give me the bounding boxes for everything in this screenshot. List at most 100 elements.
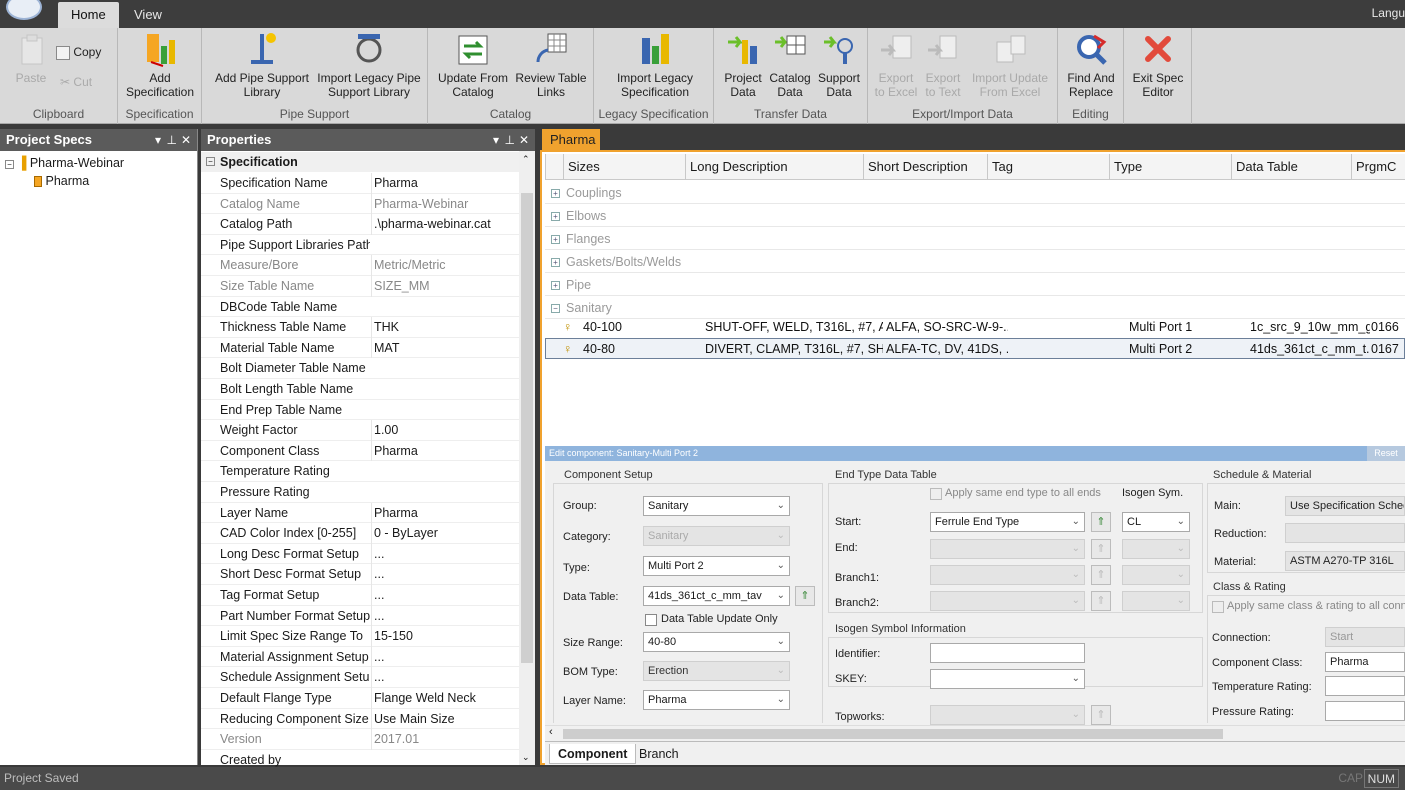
category-row[interactable]: + Couplings <box>545 182 1405 204</box>
start-isogen-symbol-select[interactable]: CL ⌄ <box>1122 512 1190 532</box>
export-to-excel-button[interactable]: Export to Excel <box>872 32 920 99</box>
document-tab-pharma[interactable]: Pharma <box>542 129 600 150</box>
dropdown-icon[interactable]: ▾ <box>493 129 499 151</box>
find-and-replace-button[interactable]: Find And Replace <box>1062 32 1120 99</box>
topworks-select[interactable]: ⌄ <box>930 705 1085 725</box>
expand-icon[interactable]: + <box>551 235 560 245</box>
pressure-rating-input[interactable] <box>1325 701 1405 721</box>
table-row[interactable]: ♀ 40-100 SHUT-OFF, WELD, T316L, #7, A...… <box>545 317 1405 338</box>
column-prgm[interactable]: PrgmC <box>1351 154 1405 180</box>
property-row[interactable]: Default Flange Type Flange Weld Neck <box>201 688 519 709</box>
property-row[interactable]: Measure/Bore Metric/Metric <box>201 255 519 276</box>
end-end-type-button[interactable]: ⇑ <box>1091 539 1111 559</box>
tree-item-root[interactable]: − ▐ Pharma-Webinar <box>5 156 124 170</box>
start-end-type-select[interactable]: Ferrule End Type ⌄ <box>930 512 1085 532</box>
property-row[interactable]: End Prep Table Name <box>201 400 519 421</box>
property-value[interactable]: Pharma <box>371 173 519 194</box>
paste-button[interactable]: Paste <box>10 32 52 85</box>
data-table-update-only-checkbox[interactable] <box>645 614 657 626</box>
import-update-from-excel-button[interactable]: Import Update From Excel <box>966 32 1054 99</box>
property-value[interactable]: Metric/Metric <box>371 255 519 276</box>
property-row[interactable]: Catalog Path .\pharma-webinar.cat <box>201 214 519 235</box>
language-menu[interactable]: Langu <box>1372 6 1405 20</box>
scroll-thumb[interactable] <box>521 193 533 663</box>
size-range-select[interactable]: 40-80 ⌄ <box>643 632 790 652</box>
property-value[interactable]: Pharma <box>371 440 519 462</box>
catalog-data-button[interactable]: Catalog Data <box>766 32 814 99</box>
property-value[interactable]: ... <box>371 564 519 585</box>
dropdown-icon[interactable]: ▾ <box>155 129 161 151</box>
property-row[interactable]: Long Desc Format Setup... <box>201 543 519 565</box>
property-value[interactable]: Pharma <box>371 502 519 524</box>
branch1-isogen-symbol-select[interactable]: ⌄ <box>1122 565 1190 585</box>
property-value[interactable]: .\pharma-webinar.cat <box>371 214 519 235</box>
properties-section-header[interactable]: − Specification <box>201 152 519 172</box>
exit-spec-editor-button[interactable]: Exit Spec Editor <box>1128 32 1188 99</box>
topworks-button[interactable]: ⇑ <box>1091 705 1111 725</box>
property-value[interactable]: THK <box>371 317 519 338</box>
import-legacy-pipe-support-button[interactable]: Import Legacy Pipe Support Library <box>314 32 424 99</box>
layer-name-select[interactable]: Pharma ⌄ <box>643 690 790 710</box>
column-data-table[interactable]: Data Table <box>1231 154 1351 180</box>
column-type[interactable]: Type <box>1109 154 1231 180</box>
property-row[interactable]: Temperature Rating <box>201 461 519 482</box>
branch1-end-type-button[interactable]: ⇑ <box>1091 565 1111 585</box>
material-select[interactable]: ASTM A270-TP 316L <box>1285 551 1405 571</box>
property-value[interactable]: ... <box>371 667 519 688</box>
tab-component[interactable]: Component <box>549 744 637 764</box>
data-table-select[interactable]: 41ds_361ct_c_mm_tav ⌄ <box>643 586 790 606</box>
end-isogen-symbol-select[interactable]: ⌄ <box>1122 539 1190 559</box>
app-logo-icon[interactable] <box>6 0 42 20</box>
group-select[interactable]: Sanitary ⌄ <box>643 496 790 516</box>
category-row[interactable]: + Flanges <box>545 228 1405 250</box>
property-value[interactable]: ... <box>371 646 519 668</box>
property-value[interactable]: Flange Weld Neck <box>371 688 519 709</box>
close-icon[interactable]: ✕ <box>181 129 191 151</box>
property-value[interactable]: 15-150 <box>371 626 519 647</box>
update-from-catalog-button[interactable]: Update From Catalog <box>434 32 512 99</box>
property-row[interactable]: Short Desc Format Setup... <box>201 564 519 585</box>
column-tag[interactable]: Tag <box>987 154 1109 180</box>
property-row[interactable]: Schedule Assignment Setup... <box>201 667 519 688</box>
start-end-type-button[interactable]: ⇑ <box>1091 512 1111 532</box>
scroll-thumb[interactable] <box>563 729 1223 739</box>
close-icon[interactable]: ✕ <box>519 129 529 151</box>
category-row[interactable]: + Gaskets/Bolts/Welds <box>545 251 1405 273</box>
scroll-up-icon[interactable]: ⌃ <box>522 154 530 165</box>
add-pipe-support-library-button[interactable]: Add Pipe Support Library <box>210 32 314 99</box>
properties-scrollbar[interactable]: ⌃ ⌄ <box>519 151 535 765</box>
property-value[interactable]: ... <box>371 605 519 627</box>
property-value[interactable]: Pharma-Webinar <box>371 193 519 215</box>
tab-view[interactable]: View <box>121 2 175 28</box>
property-value[interactable]: ... <box>371 585 519 606</box>
expand-icon[interactable]: + <box>551 281 560 291</box>
main-schedule-select[interactable]: Use Specification Schedu <box>1285 496 1405 516</box>
category-row[interactable]: + Elbows <box>545 205 1405 227</box>
branch2-end-type-select[interactable]: ⌄ <box>930 591 1085 611</box>
expand-icon[interactable]: + <box>551 212 560 222</box>
property-value[interactable]: Use Main Size <box>371 708 519 730</box>
tree-item-spec[interactable]: Pharma <box>34 174 89 188</box>
property-value[interactable]: 2017.01 <box>371 729 519 750</box>
reset-button[interactable]: Reset <box>1367 446 1405 461</box>
collapse-icon[interactable]: − <box>5 160 14 169</box>
same-class-rating-checkbox[interactable] <box>1212 601 1224 613</box>
reduction-schedule-select[interactable] <box>1285 523 1405 543</box>
collapse-icon[interactable]: − <box>206 157 215 166</box>
bom-type-select[interactable]: Erection ⌄ <box>643 661 790 681</box>
support-data-button[interactable]: Support Data <box>814 32 864 99</box>
property-row[interactable]: DBCode Table Name <box>201 297 519 318</box>
category-row[interactable]: + Pipe <box>545 274 1405 296</box>
category-select[interactable]: Sanitary ⌄ <box>643 526 790 546</box>
add-specification-button[interactable]: Add Specification <box>120 32 200 99</box>
export-to-text-button[interactable]: Export to Text <box>920 32 966 99</box>
property-row[interactable]: Bolt Length Table Name <box>201 379 519 400</box>
expand-icon[interactable]: + <box>551 189 560 199</box>
scroll-left-icon[interactable]: ‹ <box>549 726 553 738</box>
property-row[interactable]: Material Table Name MAT <box>201 337 519 359</box>
copy-button[interactable]: Copy <box>56 42 101 62</box>
property-value[interactable]: MAT <box>371 337 519 359</box>
property-row[interactable]: Part Number Format Setup... <box>201 605 519 627</box>
column-sizes[interactable]: Sizes <box>563 154 685 180</box>
connection-select[interactable]: Start <box>1325 627 1405 647</box>
